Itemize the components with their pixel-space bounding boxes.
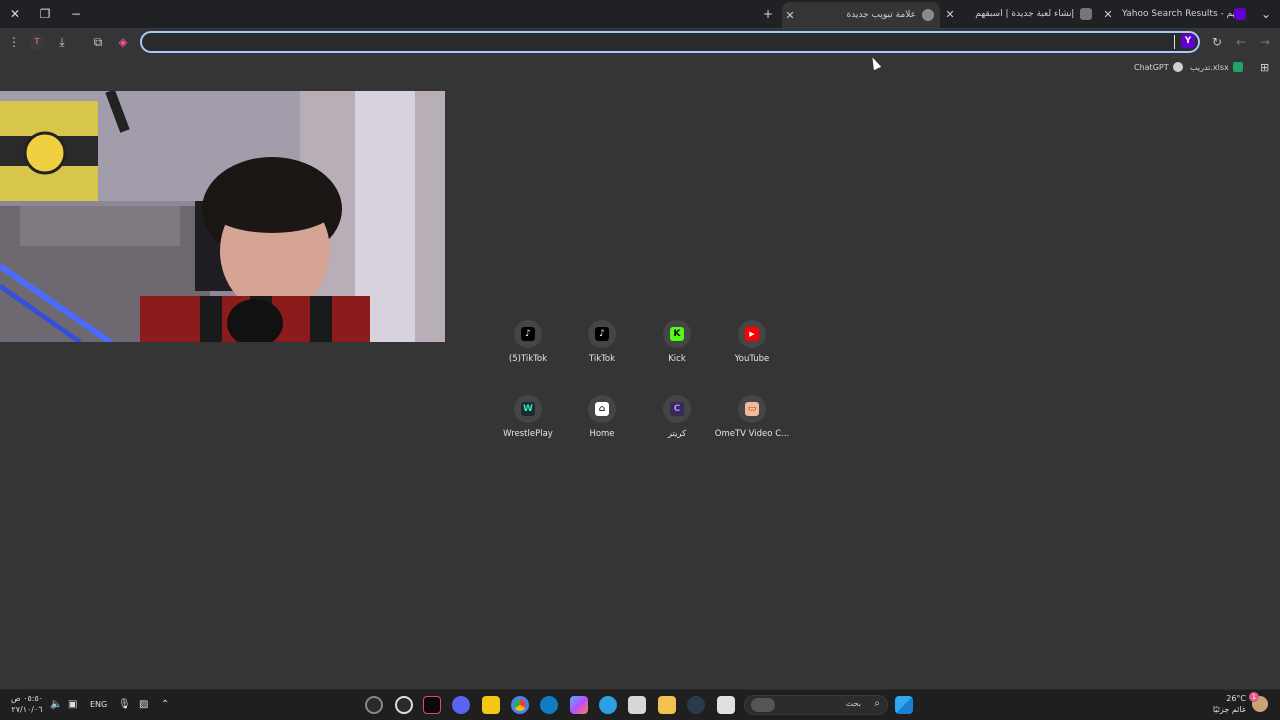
edge-icon[interactable]: [540, 696, 558, 714]
crater-icon: C: [670, 402, 684, 416]
extensions-icon[interactable]: ⧉: [89, 33, 107, 51]
tray-chevron-up-icon[interactable]: ⌃: [161, 698, 169, 712]
weather-desc: غائم جزئيًا: [1212, 705, 1246, 714]
microphone-icon[interactable]: 🎙: [118, 698, 131, 712]
close-window-icon[interactable]: ✕: [5, 4, 25, 24]
globe-icon: [922, 9, 934, 21]
forward-icon[interactable]: ←: [1232, 33, 1250, 51]
kick-icon: K: [670, 327, 684, 341]
webcam-feed-image: [0, 91, 445, 342]
bookmark-label: تدريب.xlsx: [1190, 62, 1229, 72]
home-icon: ⌂: [595, 402, 609, 416]
search-highlight-icon: [751, 698, 775, 712]
tab-strip: ✕ ❐ − + ✕ علامة تبويب جديدة ✕ إنشاء لعبة…: [0, 0, 1280, 28]
text-caret: [1174, 35, 1175, 49]
task-view-icon[interactable]: [717, 696, 735, 714]
shortcut-label: YouTube: [734, 354, 770, 364]
tiktok-icon: ♪: [595, 327, 609, 341]
wrestleplay-icon: W: [521, 402, 535, 416]
shortcut-ometv[interactable]: ▭ OmeTV Video C...: [707, 395, 797, 455]
clock-date: ٢٧/١٠/٠٦: [11, 705, 43, 714]
obs-icon[interactable]: [365, 696, 383, 714]
download-icon[interactable]: ⤓: [53, 33, 71, 51]
site-logo-icon: [1080, 8, 1092, 20]
menu-kebab-icon[interactable]: ⋮: [5, 33, 23, 51]
restore-window-icon[interactable]: ❐: [35, 4, 55, 24]
power-bi-icon[interactable]: [482, 696, 500, 714]
shortcut-icon-bg: ⌂: [588, 395, 616, 423]
back-icon[interactable]: →: [1256, 33, 1274, 51]
shortcut-label: OmeTV Video C...: [714, 429, 790, 439]
shortcut-icon-bg: ▭: [738, 395, 766, 423]
store-icon[interactable]: [628, 696, 646, 714]
tab-search-chevron-icon[interactable]: ⌄: [1256, 4, 1276, 24]
capcut-icon[interactable]: [423, 696, 441, 714]
photos-icon[interactable]: ▨: [139, 698, 148, 712]
new-tab-button[interactable]: +: [758, 4, 778, 24]
yahoo-icon: [1234, 8, 1246, 20]
tab-create-game[interactable]: ✕ إنشاء لعبة جديدة | اسبقهم: [942, 2, 1098, 26]
bookmark-chatgpt[interactable]: ChatGPT: [1134, 60, 1183, 74]
bookmark-xlsx[interactable]: تدريب.xlsx: [1190, 60, 1243, 74]
steam-icon[interactable]: [395, 696, 413, 714]
extension-shield-icon[interactable]: ◈: [114, 33, 132, 51]
taskbar: ٠٥:٥٠ ص ٢٧/١٠/٠٦ 🔈 ▣ ENG 🎙 ▨ ⌃ بحث ⌕ 26°…: [0, 689, 1280, 720]
telegram-icon[interactable]: [599, 696, 617, 714]
notification-badge: 1: [1249, 692, 1259, 702]
tab-yahoo-search[interactable]: ✕ Yahoo Search Results - اسبقهم: [1100, 2, 1252, 26]
shortcut-icon-bg: ▶: [738, 320, 766, 348]
weather-widget[interactable]: 26°C غائم جزئيًا: [1212, 693, 1246, 714]
clock-time: ٠٥:٥٠ ص: [10, 694, 44, 703]
tab-new-tab[interactable]: ✕ علامة تبويب جديدة: [782, 2, 940, 28]
weather-temp: 26°C: [1226, 694, 1246, 703]
shortcut-icon-bg: K: [663, 320, 691, 348]
file-explorer-icon[interactable]: [658, 696, 676, 714]
excel-icon: [1232, 62, 1243, 72]
tab-title: Yahoo Search Results - اسبقهم: [1122, 9, 1234, 19]
browser-window: ✕ ❐ − + ✕ علامة تبويب جديدة ✕ إنشاء لعبة…: [0, 0, 1280, 720]
windows-start-icon[interactable]: [895, 696, 913, 714]
webcam-overlay: [0, 91, 445, 342]
shortcut-icon-bg: ♪: [514, 320, 542, 348]
taskbar-search[interactable]: بحث ⌕: [744, 695, 888, 715]
tiktok-icon: ♪: [521, 327, 535, 341]
chatgpt-icon: [1172, 62, 1183, 72]
close-tab-icon[interactable]: ✕: [782, 9, 798, 22]
display-icon[interactable]: ▣: [68, 698, 77, 712]
tab-title: علامة تبويب جديدة: [846, 10, 916, 20]
search-engine-yahoo-icon[interactable]: Y: [1181, 34, 1195, 48]
volume-icon[interactable]: 🔈: [50, 698, 62, 712]
language-indicator[interactable]: ENG: [90, 698, 107, 712]
bookmark-label: ChatGPT: [1134, 62, 1169, 72]
shortcut-icon-bg: C: [663, 395, 691, 423]
apps-grid-icon[interactable]: ⊞: [1260, 60, 1269, 74]
clock[interactable]: ٠٥:٥٠ ص ٢٧/١٠/٠٦: [10, 693, 44, 714]
ometv-icon: ▭: [745, 402, 759, 416]
close-tab-icon[interactable]: ✕: [942, 8, 958, 21]
chrome-icon[interactable]: [511, 696, 529, 714]
search-icon: ⌕: [874, 698, 880, 709]
youtube-icon: ▶: [745, 327, 759, 341]
reload-icon[interactable]: ↻: [1208, 33, 1226, 51]
shortcut-icon-bg: ♪: [588, 320, 616, 348]
profile-avatar[interactable]: T: [29, 34, 45, 50]
copilot-icon[interactable]: [570, 696, 588, 714]
tab-title: إنشاء لعبة جديدة | اسبقهم: [975, 9, 1074, 19]
app-icon[interactable]: [687, 696, 705, 714]
close-tab-icon[interactable]: ✕: [1100, 8, 1116, 21]
search-placeholder: بحث: [845, 699, 861, 708]
address-bar[interactable]: [140, 31, 1200, 53]
shortcut-youtube[interactable]: ▶ YouTube: [707, 320, 797, 380]
minimize-window-icon[interactable]: −: [66, 4, 86, 24]
bookmarks-bar: ChatGPT تدريب.xlsx ⊞: [0, 58, 1280, 76]
discord-icon[interactable]: [452, 696, 470, 714]
shortcut-icon-bg: W: [514, 395, 542, 423]
